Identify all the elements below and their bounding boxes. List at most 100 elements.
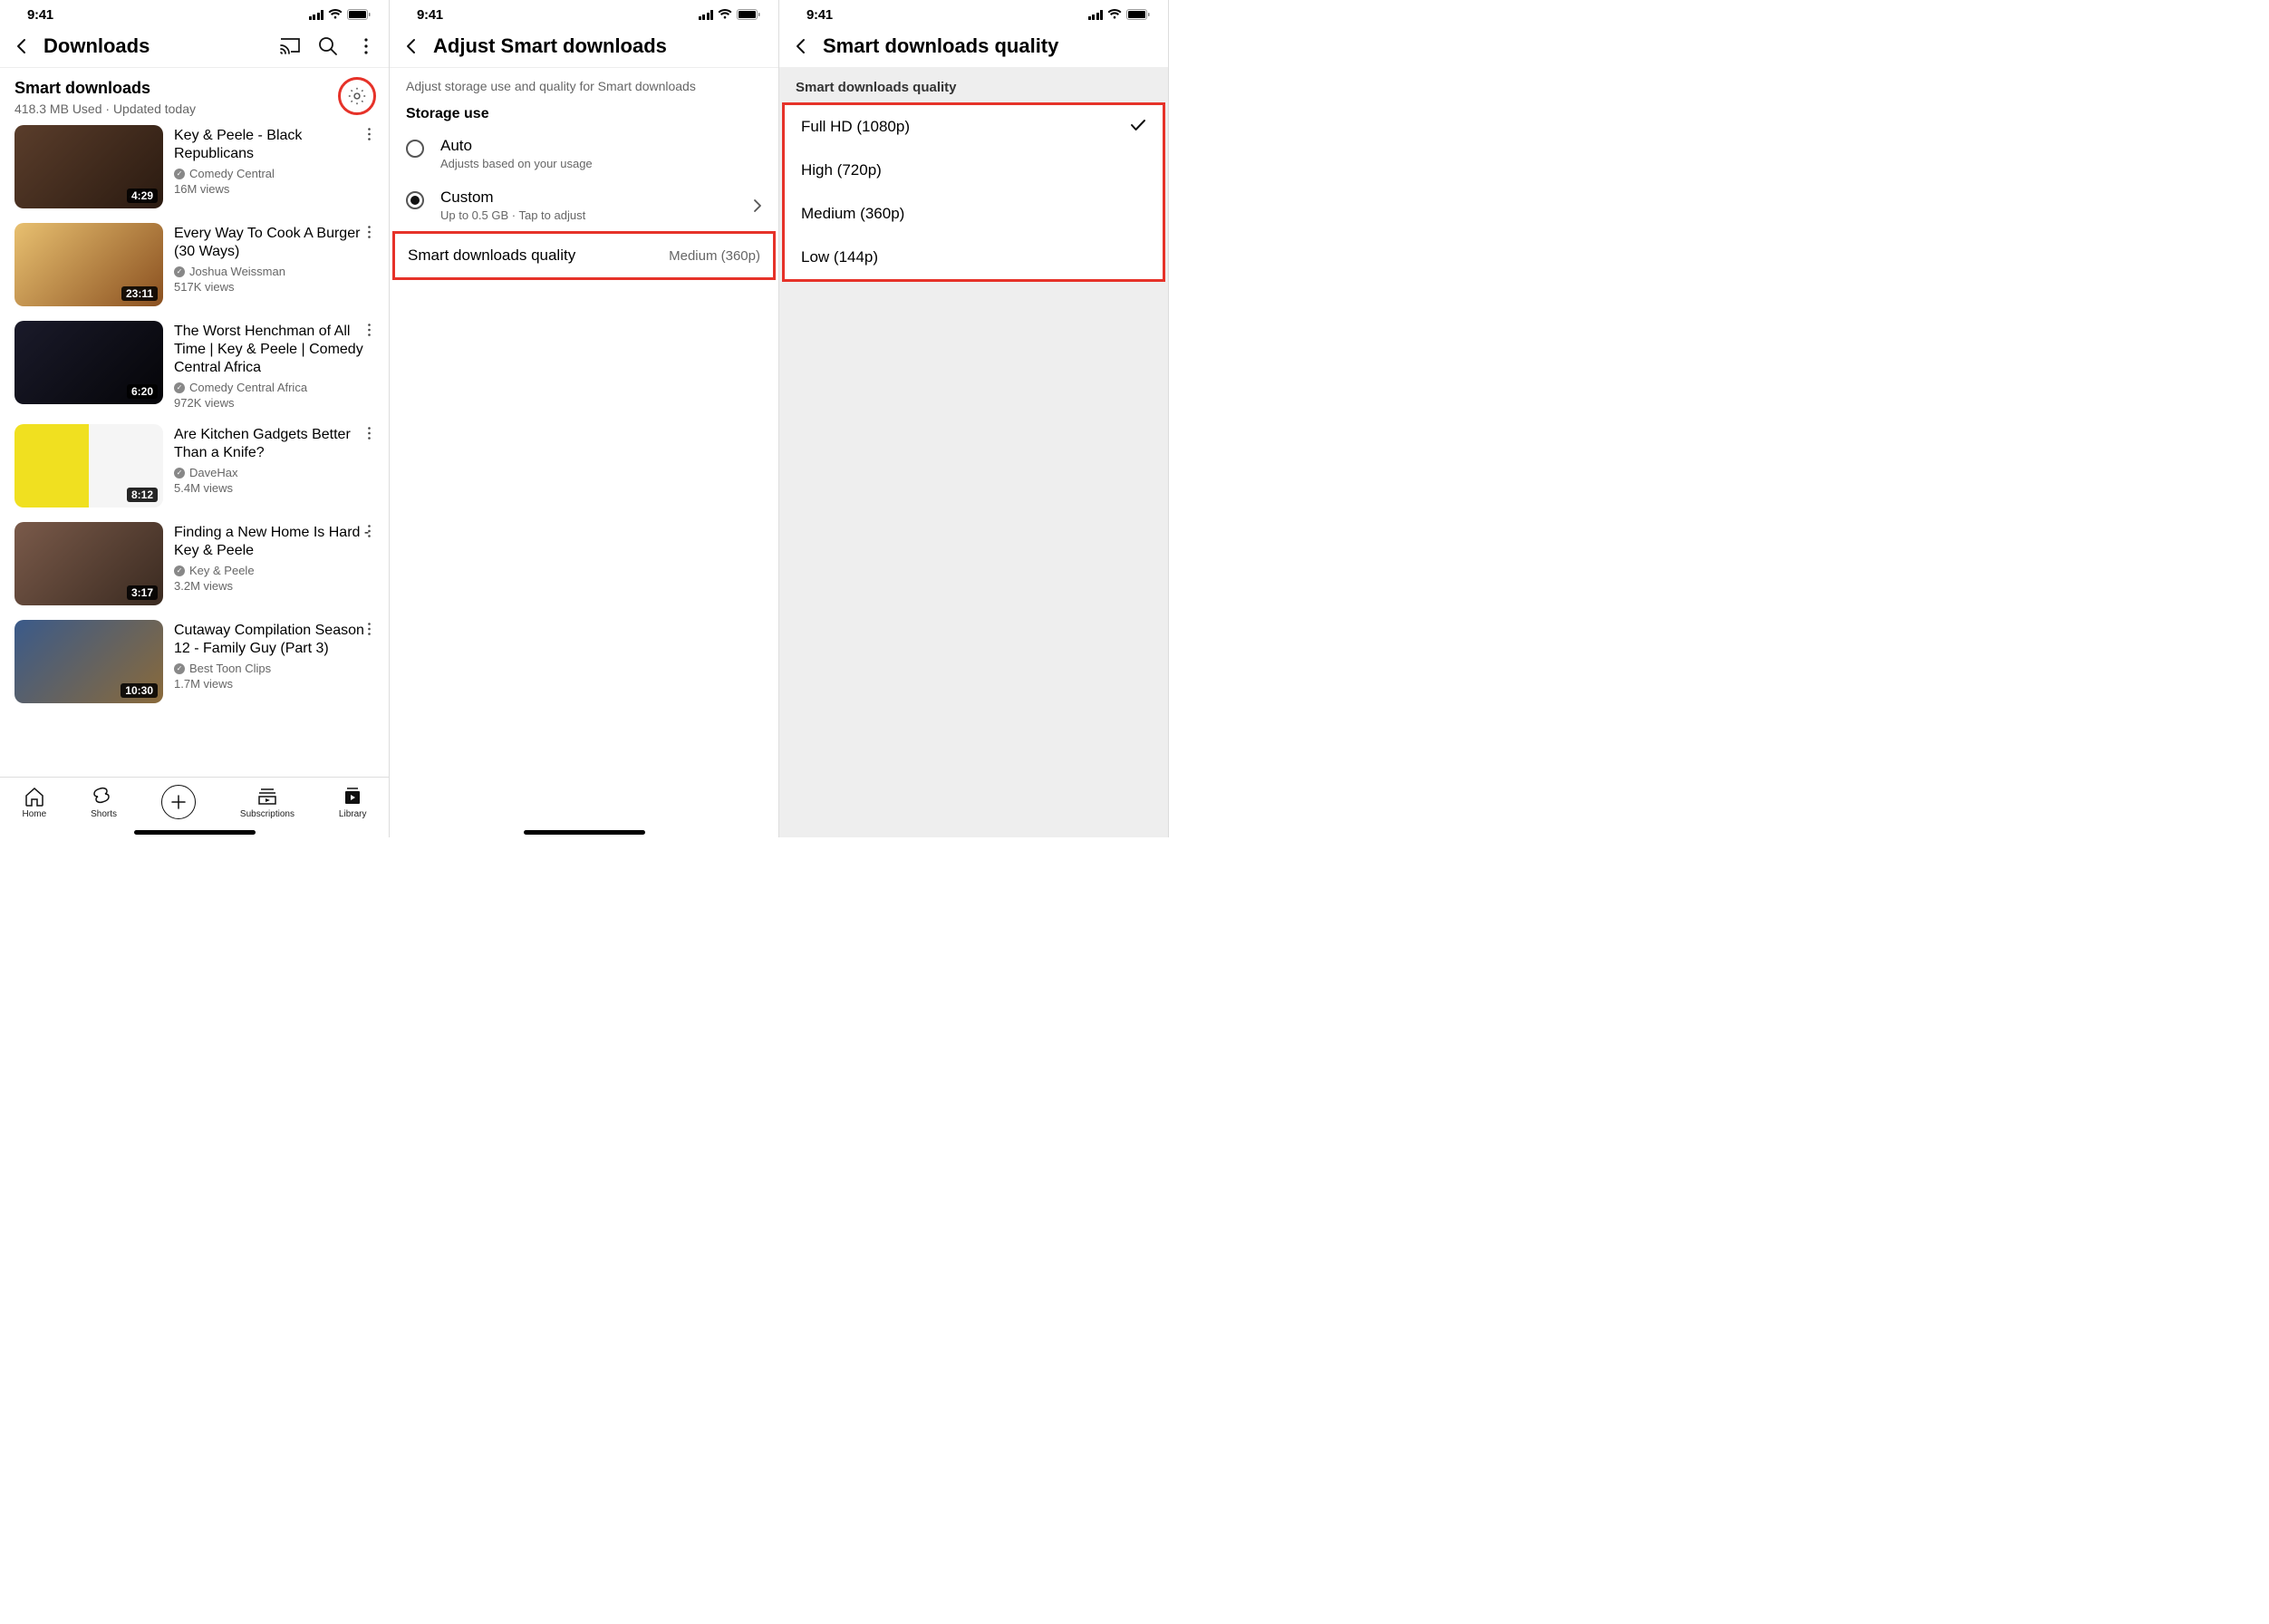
screen-quality-options: 9:41 Smart downloads quality Smart downl… <box>779 0 1169 837</box>
status-time: 9:41 <box>417 7 443 23</box>
wifi-icon <box>718 9 732 20</box>
video-item[interactable]: 6:20 The Worst Henchman of All Time | Ke… <box>14 321 374 410</box>
cellular-icon <box>309 10 324 20</box>
video-item[interactable]: 10:30 Cutaway Compilation Season 12 - Fa… <box>14 620 374 703</box>
video-thumbnail[interactable]: 8:12 <box>14 424 163 508</box>
video-meta: Cutaway Compilation Season 12 - Family G… <box>174 620 374 703</box>
video-thumbnail[interactable]: 10:30 <box>14 620 163 703</box>
quality-option-label: Low (144p) <box>801 248 878 266</box>
video-more-icon[interactable] <box>362 622 376 636</box>
channel-name: Comedy Central Africa <box>189 381 307 394</box>
nav-shorts[interactable]: Shorts <box>91 786 117 819</box>
storage-option-custom[interactable]: Custom Up to 0.5 GB · Tap to adjust <box>390 179 778 231</box>
video-channel: ✓ Comedy Central <box>174 167 374 180</box>
nav-home-label: Home <box>22 809 46 819</box>
screen-adjust-smart-downloads: 9:41 Adjust Smart downloads Adjust stora… <box>390 0 779 837</box>
nav-subscriptions-label: Subscriptions <box>240 809 294 819</box>
cellular-icon <box>699 10 714 20</box>
video-duration: 8:12 <box>127 488 158 502</box>
channel-name: Joshua Weissman <box>189 265 285 278</box>
video-more-icon[interactable] <box>362 323 376 337</box>
smart-downloads-quality-row[interactable]: Smart downloads quality Medium (360p) <box>395 234 773 277</box>
quality-option[interactable]: Medium (360p) <box>785 192 1163 236</box>
smart-downloads-section: Smart downloads 418.3 MB Used · Updated … <box>0 68 389 116</box>
subscriptions-icon <box>256 786 278 807</box>
battery-icon <box>1126 9 1150 20</box>
back-button[interactable] <box>792 37 810 55</box>
video-title: Are Kitchen Gadgets Better Than a Knife? <box>174 426 374 462</box>
video-thumbnail[interactable]: 6:20 <box>14 321 163 404</box>
video-thumbnail[interactable]: 3:17 <box>14 522 163 605</box>
verified-icon: ✓ <box>174 566 185 576</box>
video-item[interactable]: 23:11 Every Way To Cook A Burger (30 Way… <box>14 223 374 306</box>
video-duration: 23:11 <box>121 286 158 301</box>
video-meta: Finding a New Home Is Hard - Key & Peele… <box>174 522 374 605</box>
nav-library[interactable]: Library <box>339 786 367 819</box>
radio-unselected-icon <box>406 140 424 158</box>
video-thumbnail[interactable]: 23:11 <box>14 223 163 306</box>
quality-option[interactable]: High (720p) <box>785 149 1163 192</box>
bottom-nav: Home Shorts Subscriptions Library <box>0 777 389 825</box>
video-more-icon[interactable] <box>362 225 376 239</box>
header: Downloads <box>0 27 389 68</box>
video-channel: ✓ Key & Peele <box>174 564 374 577</box>
wifi-icon <box>1107 9 1122 20</box>
status-time: 9:41 <box>806 7 833 23</box>
back-button[interactable] <box>13 37 31 55</box>
quality-option-label: Full HD (1080p) <box>801 118 910 136</box>
video-title: Finding a New Home Is Hard - Key & Peele <box>174 524 374 560</box>
more-icon[interactable] <box>356 36 376 56</box>
verified-icon: ✓ <box>174 169 185 179</box>
video-title: Cutaway Compilation Season 12 - Family G… <box>174 622 374 658</box>
gear-icon[interactable] <box>347 86 367 106</box>
video-views: 3.2M views <box>174 579 374 593</box>
plus-icon <box>161 785 196 819</box>
nav-home[interactable]: Home <box>22 786 46 819</box>
smart-downloads-title: Smart downloads <box>14 79 374 98</box>
home-indicator[interactable] <box>524 830 645 835</box>
video-more-icon[interactable] <box>362 127 376 141</box>
video-channel: ✓ Comedy Central Africa <box>174 381 374 394</box>
status-icons <box>699 9 761 20</box>
storage-option-auto[interactable]: Auto Adjusts based on your usage <box>390 128 778 179</box>
quality-row-highlight: Smart downloads quality Medium (360p) <box>392 231 776 280</box>
quality-options-highlight: Full HD (1080p) High (720p) Medium (360p… <box>782 102 1165 282</box>
verified-icon: ✓ <box>174 663 185 674</box>
quality-option[interactable]: Full HD (1080p) <box>785 105 1163 149</box>
quality-option-label: High (720p) <box>801 161 882 179</box>
nav-subscriptions[interactable]: Subscriptions <box>240 786 294 819</box>
cellular-icon <box>1088 10 1104 20</box>
quality-label: Smart downloads quality <box>408 246 575 265</box>
status-bar: 9:41 <box>779 0 1168 27</box>
video-more-icon[interactable] <box>362 426 376 440</box>
video-more-icon[interactable] <box>362 524 376 538</box>
channel-name: DaveHax <box>189 466 237 479</box>
subheading: Adjust storage use and quality for Smart… <box>390 68 778 97</box>
wifi-icon <box>328 9 343 20</box>
nav-shorts-label: Shorts <box>91 809 117 819</box>
channel-name: Comedy Central <box>189 167 275 180</box>
cast-icon[interactable] <box>280 36 300 56</box>
video-views: 517K views <box>174 280 374 294</box>
video-item[interactable]: 8:12 Are Kitchen Gadgets Better Than a K… <box>14 424 374 508</box>
library-icon <box>342 786 363 807</box>
video-duration: 10:30 <box>121 683 158 698</box>
video-item[interactable]: 3:17 Finding a New Home Is Hard - Key & … <box>14 522 374 605</box>
page-title: Smart downloads quality <box>823 34 1155 58</box>
video-list[interactable]: 4:29 Key & Peele - Black Republicans ✓ C… <box>0 116 389 777</box>
home-indicator[interactable] <box>134 830 256 835</box>
quality-option[interactable]: Low (144p) <box>785 236 1163 279</box>
smart-downloads-subtitle: 418.3 MB Used · Updated today <box>14 102 374 116</box>
video-thumbnail[interactable]: 4:29 <box>14 125 163 208</box>
video-item[interactable]: 4:29 Key & Peele - Black Republicans ✓ C… <box>14 125 374 208</box>
back-button[interactable] <box>402 37 420 55</box>
auto-title: Auto <box>440 137 593 155</box>
nav-create[interactable] <box>161 785 196 819</box>
smart-downloads-settings-highlight <box>338 77 376 115</box>
status-bar: 9:41 <box>0 0 389 27</box>
video-meta: Are Kitchen Gadgets Better Than a Knife?… <box>174 424 374 508</box>
search-icon[interactable] <box>318 36 338 56</box>
video-meta: The Worst Henchman of All Time | Key & P… <box>174 321 374 410</box>
video-title: The Worst Henchman of All Time | Key & P… <box>174 323 374 377</box>
video-channel: ✓ DaveHax <box>174 466 374 479</box>
